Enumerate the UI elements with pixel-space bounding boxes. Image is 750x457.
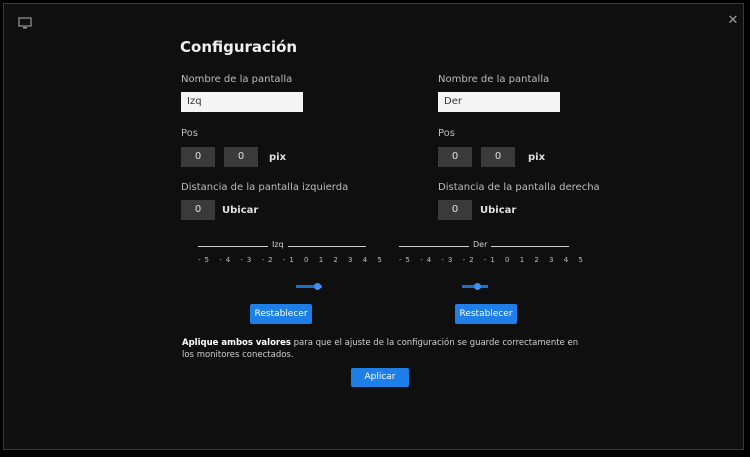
right-name-label: Nombre de la pantalla	[438, 74, 550, 85]
left-name-label: Nombre de la pantalla	[181, 74, 293, 85]
right-size-field[interactable]: 0	[438, 200, 472, 220]
settings-window: ✕ Configuración Nombre de la pantalla Iz…	[3, 3, 744, 450]
right-name-input[interactable]: Der	[438, 92, 560, 112]
left-name-input[interactable]: Izq	[181, 92, 303, 112]
left-size-label: Distancia de la pantalla izquierda	[181, 182, 349, 193]
info-note-bold: Aplique ambos valores	[182, 338, 291, 348]
left-scale-label: Izq	[268, 240, 288, 249]
right-pos-label: Pos	[438, 128, 456, 139]
right-scale-ticks: -5 -4 -3 -2 -1 0 1 2 3 4 5	[399, 256, 587, 264]
info-note: Aplique ambos valores para que el ajuste…	[182, 337, 592, 361]
right-pos-y-field[interactable]: 0	[481, 147, 515, 167]
right-pos-unit: pix	[528, 152, 546, 163]
right-size-unit: Ubicar	[480, 205, 517, 216]
left-pos-label: Pos	[181, 128, 199, 139]
page-title: Configuración	[180, 38, 298, 56]
right-reset-button[interactable]: Restablecer	[455, 304, 517, 324]
left-size-unit: Ubicar	[222, 205, 259, 216]
right-slider-knob[interactable]	[474, 283, 481, 290]
right-scale-label: Der	[469, 240, 492, 249]
left-pos-y-field[interactable]: 0	[224, 147, 258, 167]
apply-button[interactable]: Aplicar	[351, 368, 409, 387]
left-slider-knob[interactable]	[314, 283, 321, 290]
left-scale: Izq -5 -4 -3 -2 -1 0 1 2 3 4 5	[198, 240, 386, 266]
right-pos-x-field[interactable]: 0	[438, 147, 472, 167]
left-pos-unit: pix	[269, 152, 287, 163]
right-size-label: Distancia de la pantalla derecha	[438, 182, 600, 193]
app-icon	[18, 14, 32, 29]
right-scale: Der -5 -4 -3 -2 -1 0 1 2 3 4 5	[399, 240, 587, 266]
left-pos-x-field[interactable]: 0	[181, 147, 215, 167]
left-size-field[interactable]: 0	[181, 200, 215, 220]
left-reset-button[interactable]: Restablecer	[250, 304, 312, 324]
left-scale-ticks: -5 -4 -3 -2 -1 0 1 2 3 4 5	[198, 256, 386, 264]
close-icon[interactable]: ✕	[726, 14, 740, 28]
